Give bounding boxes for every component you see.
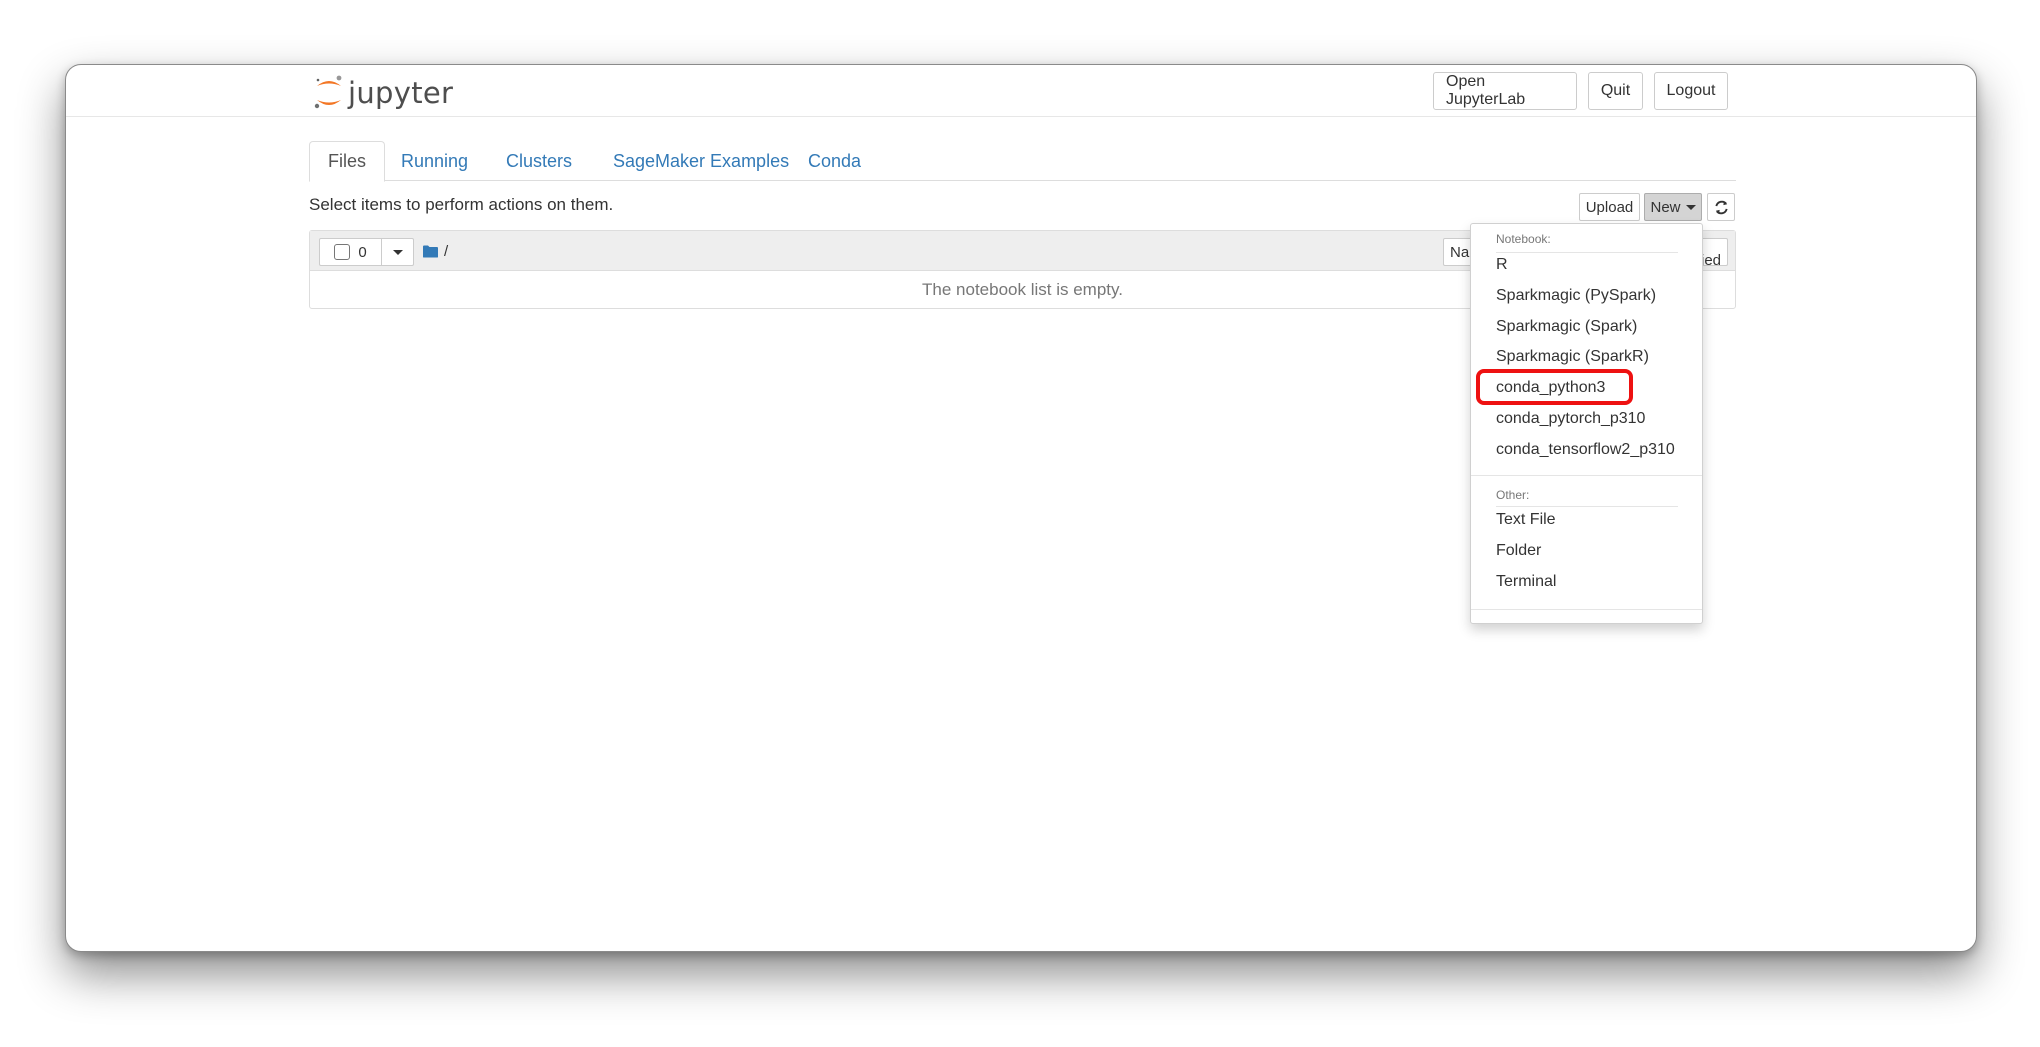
menu-header-other: Other:: [1496, 488, 1530, 502]
refresh-icon: [1714, 200, 1728, 214]
tab-bar: Files Running Clusters SageMaker Example…: [309, 141, 1736, 182]
menu-item-folder[interactable]: Folder: [1496, 542, 1541, 560]
tab-clusters[interactable]: Clusters: [488, 141, 590, 181]
caret-down-icon: [392, 249, 403, 255]
menu-rule: [1496, 506, 1678, 507]
folder-icon[interactable]: [423, 245, 438, 258]
upload-button[interactable]: Upload: [1579, 193, 1640, 221]
menu-item-sparkmagic-spark[interactable]: Sparkmagic (Spark): [1496, 318, 1637, 336]
menu-item-text-file[interactable]: Text File: [1496, 511, 1556, 529]
menu-rule: [1496, 252, 1678, 253]
breadcrumb: /: [423, 241, 448, 261]
logout-button[interactable]: Logout: [1654, 72, 1728, 110]
menu-item-sparkmagic-pyspark[interactable]: Sparkmagic (PySpark): [1496, 287, 1656, 305]
menu-item-terminal[interactable]: Terminal: [1496, 573, 1556, 591]
tab-sagemaker-examples[interactable]: SageMaker Examples: [595, 141, 807, 181]
jupyter-logo-icon: [314, 75, 342, 109]
menu-item-conda-tensorflow2-p310[interactable]: conda_tensorflow2_p310: [1496, 441, 1675, 459]
logo-text: jupyter: [348, 76, 454, 110]
tab-files[interactable]: Files: [309, 141, 386, 182]
menu-item-conda-pytorch-p310[interactable]: conda_pytorch_p310: [1496, 410, 1645, 428]
new-button[interactable]: New: [1644, 193, 1702, 221]
browser-window: jupyter Open JupyterLab Quit Logout File…: [65, 64, 1977, 952]
breadcrumb-root[interactable]: /: [444, 243, 448, 260]
quit-button[interactable]: Quit: [1588, 72, 1643, 110]
open-jupyterlab-button[interactable]: Open JupyterLab: [1433, 72, 1577, 110]
refresh-button[interactable]: [1707, 193, 1735, 221]
menu-item-r[interactable]: R: [1496, 256, 1508, 274]
select-menu-button[interactable]: [382, 239, 413, 265]
selection-hint: Select items to perform actions on them.: [309, 195, 614, 214]
select-all-group: 0: [319, 238, 414, 266]
tab-running[interactable]: Running: [383, 141, 486, 181]
jupyter-logo[interactable]: jupyter: [312, 73, 453, 113]
new-button-label: New: [1650, 198, 1681, 216]
selected-count: 0: [358, 243, 367, 261]
highlight-annotation: [1476, 369, 1633, 405]
menu-header-notebook: Notebook:: [1496, 232, 1551, 246]
select-all-checkbox[interactable]: [334, 244, 351, 260]
header-bar: jupyter Open JupyterLab Quit Logout: [66, 65, 1976, 117]
menu-item-sparkmagic-sparkr[interactable]: Sparkmagic (SparkR): [1496, 348, 1649, 366]
menu-divider: [1471, 475, 1702, 476]
select-all-toggle[interactable]: 0: [320, 239, 382, 265]
caret-down-icon: [1685, 204, 1696, 210]
tab-conda[interactable]: Conda: [790, 141, 879, 181]
menu-divider: [1471, 609, 1702, 610]
new-dropdown-menu: Notebook: R Sparkmagic (PySpark) Sparkma…: [1470, 223, 1703, 624]
